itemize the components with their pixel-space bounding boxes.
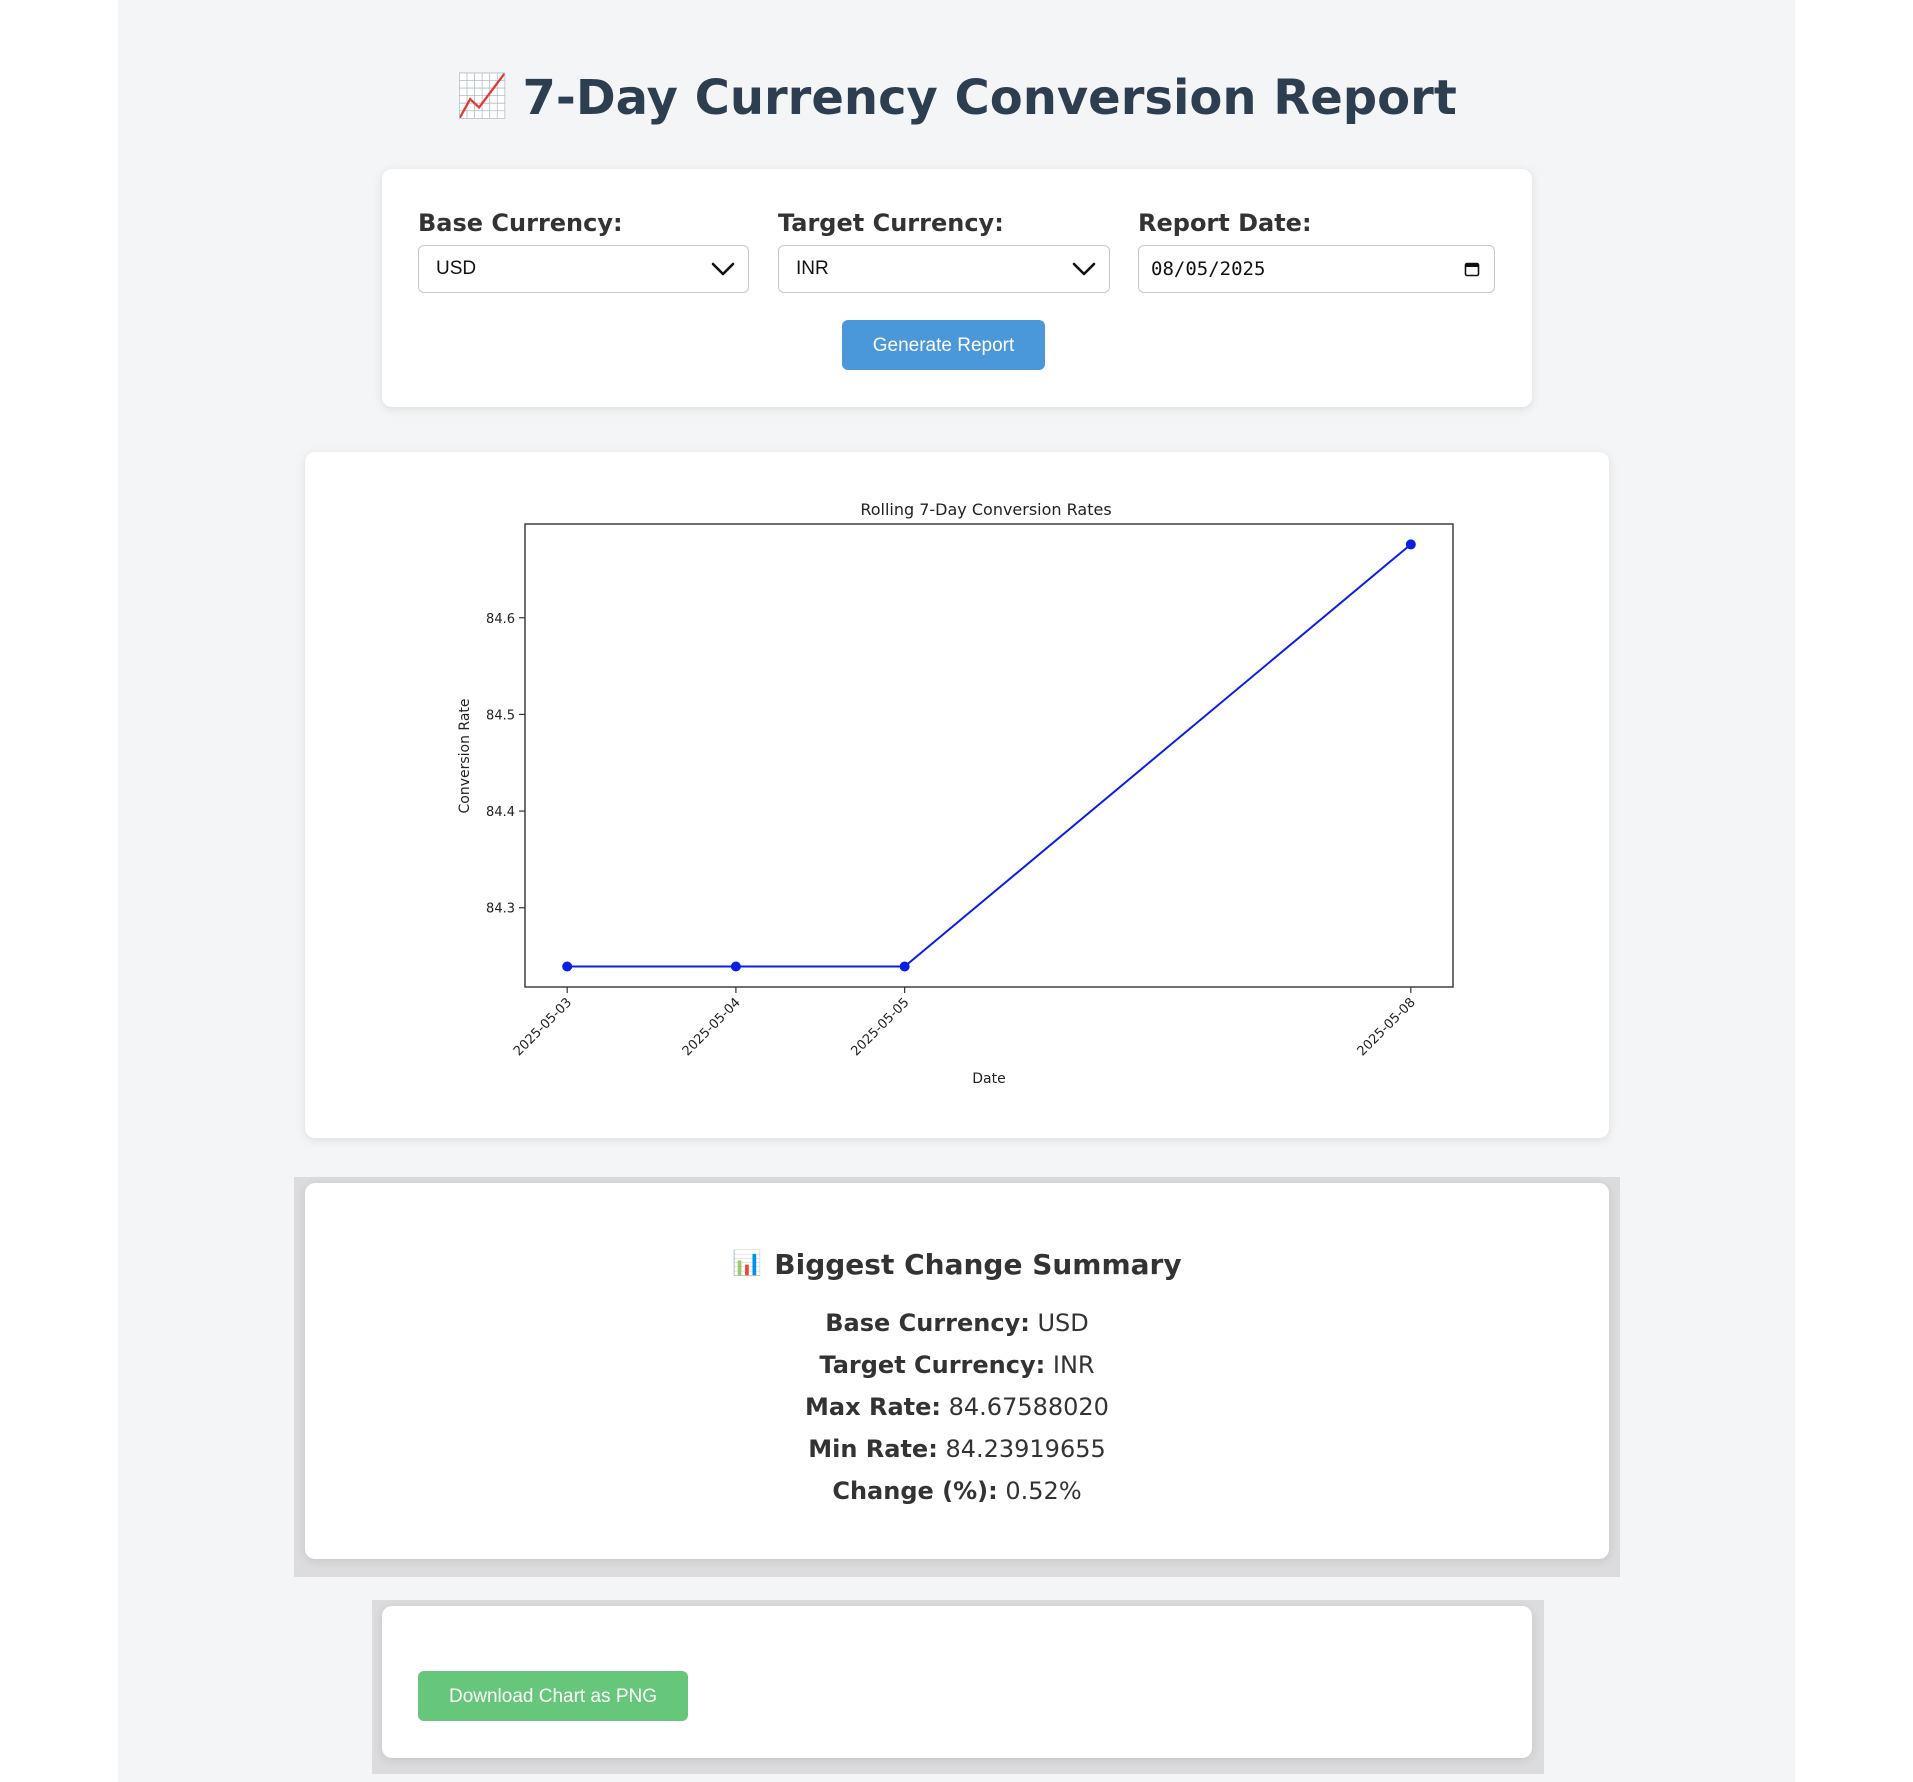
base-currency-label: Base Currency: [418,209,623,237]
x-axis: 2025-05-03 2025-05-04 2025-05-05 2025-05-08 [511,987,1419,1059]
y-tick-label: 84.6 [486,612,515,627]
summary-base-label: Base Currency: [825,1309,1030,1337]
generate-report-button[interactable]: Generate Report [842,320,1045,370]
summary-change-label: Change (%): [832,1477,998,1505]
plot-area [524,523,1454,988]
series-line-group [562,539,1416,972]
base-currency-select[interactable]: USD [418,245,749,293]
y-axis-label: Conversion Rate [457,698,473,813]
series-line [567,543,1412,968]
chart-title: Rolling 7-Day Conversion Rates [860,500,1111,519]
target-currency-value: INR [796,258,829,279]
summary-target-label: Target Currency: [819,1351,1046,1379]
target-currency-field: Target Currency: INR [778,209,1110,293]
summary-min-label: Min Rate: [808,1435,938,1463]
x-tick-label: 2025-05-03 [511,995,575,1059]
report-form: Base Currency: USD Target Currency: INR … [382,169,1532,407]
chevron-down-icon [711,262,735,276]
download-section: Download Chart as PNG [372,1600,1544,1774]
summary-max-row: Max Rate: 84.67588020 [305,1393,1609,1421]
page-title: 📈 7-Day Currency Conversion Report [118,70,1795,126]
chevron-down-icon [1072,262,1096,276]
page-title-text: 7-Day Currency Conversion Report [522,70,1457,126]
data-point [1405,539,1416,550]
x-tick-label: 2025-05-04 [680,995,744,1059]
base-currency-value: USD [436,258,477,279]
data-point [730,961,741,972]
x-axis-label: Date [972,1071,1005,1087]
summary-base-row: Base Currency: USD [305,1309,1609,1337]
x-tick-label: 2025-05-08 [1355,995,1419,1059]
page-background: 📈 7-Day Currency Conversion Report Base C… [118,0,1795,1782]
base-currency-field: Base Currency: USD [418,209,749,293]
report-date-field: Report Date: 08/05/2025 [1138,209,1495,293]
download-card: Download Chart as PNG [382,1606,1532,1758]
download-chart-button[interactable]: Download Chart as PNG [418,1671,688,1721]
y-tick-label: 84.4 [486,805,515,820]
bar-chart-icon: 📊 [732,1249,763,1277]
report-date-value: 08/05/2025 [1151,258,1266,280]
report-date-input[interactable]: 08/05/2025 [1138,245,1495,293]
summary-min-row: Min Rate: 84.23919655 [305,1435,1609,1463]
summary-target-row: Target Currency: INR [305,1351,1609,1379]
conversion-rate-chart: Rolling 7-Day Conversion Rates 84.384.48… [457,500,1454,1087]
summary-change-row: Change (%): 0.52% [305,1477,1609,1505]
chart-card: Rolling 7-Day Conversion Rates 84.3 84.4 8… [305,452,1609,1138]
report-date-label: Report Date: [1138,209,1312,237]
y-tick-label: 84.3 [486,902,515,917]
summary-section: 📊 Biggest Change Summary Base Currency: U… [294,1177,1620,1577]
summary-card: 📊 Biggest Change Summary Base Currency: U… [305,1183,1609,1559]
summary-base-value: USD [1037,1309,1089,1337]
target-currency-label: Target Currency: [778,209,1004,237]
summary-min-value: 84.23919655 [945,1435,1106,1463]
y-tick-label: 84.5 [486,708,515,723]
summary-change-value: 0.52% [1005,1477,1082,1505]
summary-target-value: INR [1052,1351,1095,1379]
data-point [899,961,910,972]
x-tick-label: 2025-05-05 [848,995,912,1059]
summary-max-label: Max Rate: [805,1393,941,1421]
summary-title: 📊 Biggest Change Summary [305,1248,1609,1281]
summary-max-value: 84.67588020 [948,1393,1109,1421]
calendar-icon[interactable] [1464,261,1480,277]
y-axis: 84.3 84.4 84.5 84.6 [486,612,525,917]
target-currency-select[interactable]: INR [778,245,1110,293]
data-point [562,961,573,972]
summary-title-text: Biggest Change Summary [774,1248,1182,1281]
chart-increasing-icon: 📈 [456,71,509,120]
